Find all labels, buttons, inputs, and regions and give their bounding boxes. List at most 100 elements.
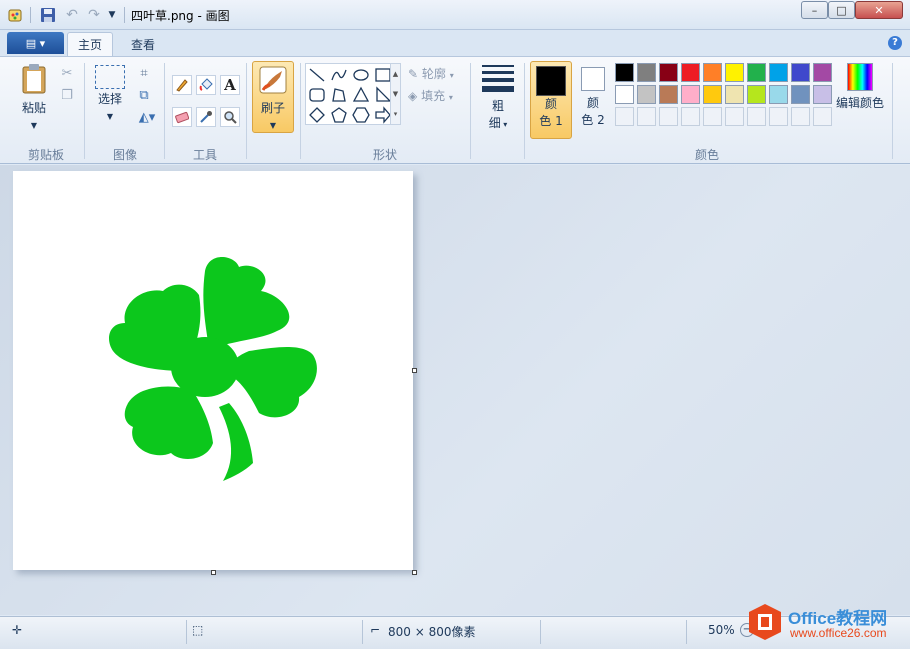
line-width-icon — [482, 65, 514, 92]
color-picker-icon[interactable] — [196, 107, 216, 127]
palette-swatch[interactable] — [813, 85, 832, 104]
tab-home[interactable]: 主页 — [67, 32, 113, 56]
brush-button[interactable]: 刷子 ▼ — [252, 61, 294, 133]
hexagon-shape-icon[interactable] — [352, 106, 370, 124]
shapes-gallery[interactable] — [305, 63, 401, 125]
outline-button[interactable]: ✎ 轮廓 ▾ — [408, 65, 454, 82]
group-separator — [300, 63, 301, 159]
selection-size-icon: ⬚ — [192, 623, 204, 637]
palette-swatch[interactable] — [659, 63, 678, 82]
palette-swatch[interactable] — [813, 63, 832, 82]
palette-swatch[interactable] — [659, 85, 678, 104]
custom-color-slot[interactable] — [813, 107, 832, 126]
curve-shape-icon[interactable] — [330, 66, 348, 84]
help-icon[interactable]: ? — [888, 36, 902, 50]
drawing-canvas[interactable] — [13, 171, 413, 570]
palette-swatch[interactable] — [747, 85, 766, 104]
polygon-shape-icon[interactable] — [330, 86, 348, 104]
cut-icon[interactable]: ✂ — [57, 63, 77, 83]
pentagon-shape-icon[interactable] — [330, 106, 348, 124]
palette-swatch[interactable] — [615, 85, 634, 104]
crop-icon[interactable]: ⌗ — [134, 63, 154, 83]
fill-bucket-icon[interactable] — [196, 75, 216, 95]
ribbon-tab-bar: ▤ ▾ 主页 查看 ? — [0, 30, 910, 56]
status-separator — [540, 620, 541, 644]
fill-button[interactable]: ◈ 填充 ▾ — [408, 87, 453, 104]
fill-chevron-icon: ▾ — [448, 93, 453, 102]
zoom-level: 50% — [708, 623, 735, 637]
color2-swatch — [581, 67, 605, 91]
color2-label-line2: 色 2 — [581, 113, 605, 127]
pencil-icon[interactable] — [172, 75, 192, 95]
copy-icon[interactable]: ❐ — [57, 85, 77, 105]
menu-icon: ▤ ▾ — [25, 36, 46, 50]
resize-handle-right[interactable] — [412, 368, 417, 373]
palette-swatch[interactable] — [725, 85, 744, 104]
watermark: Office教程网 www.office26.com — [746, 602, 910, 646]
size-button[interactable]: 粗 细 ▾ — [478, 63, 518, 133]
canvas-size-icon: ⌐ — [370, 623, 381, 637]
undo-icon[interactable]: ↶ — [62, 6, 82, 24]
line-shape-icon[interactable] — [308, 66, 326, 84]
app-menu-button[interactable]: ▤ ▾ — [7, 32, 64, 54]
color2-button[interactable]: 颜 色 2 — [575, 63, 611, 129]
oval-shape-icon[interactable] — [352, 66, 370, 84]
group-separator — [246, 63, 247, 159]
resize-handle-bottom[interactable] — [211, 570, 216, 575]
palette-swatch[interactable] — [681, 63, 700, 82]
tab-view[interactable]: 查看 — [122, 32, 164, 56]
image-group-label: 图像 — [112, 148, 137, 162]
palette-swatch[interactable] — [703, 85, 722, 104]
edit-colors-button[interactable]: 编辑颜色 — [834, 63, 886, 112]
palette-swatch[interactable] — [769, 63, 788, 82]
customize-qa-chevron-icon[interactable]: ▼ — [106, 6, 118, 24]
palette-swatch[interactable] — [637, 85, 656, 104]
magnifier-icon[interactable] — [220, 107, 240, 127]
palette-swatch[interactable] — [791, 85, 810, 104]
palette-swatch[interactable] — [637, 63, 656, 82]
title-divider — [124, 7, 125, 23]
colors-group-label: 颜色 — [694, 148, 719, 162]
custom-color-slot[interactable] — [681, 107, 700, 126]
text-tool-icon[interactable]: A — [220, 75, 240, 95]
custom-color-slot[interactable] — [769, 107, 788, 126]
rotate-icon[interactable]: ◭▾ — [134, 107, 160, 127]
custom-color-slot[interactable] — [703, 107, 722, 126]
select-button[interactable]: 选择 ▼ — [92, 65, 128, 125]
palette-swatch[interactable] — [703, 63, 722, 82]
status-separator — [362, 620, 363, 644]
status-separator — [186, 620, 187, 644]
custom-color-slot[interactable] — [725, 107, 744, 126]
palette-swatch[interactable] — [681, 85, 700, 104]
color1-label-line2: 色 1 — [539, 114, 563, 128]
palette-swatch[interactable] — [791, 63, 810, 82]
eraser-icon[interactable] — [172, 107, 192, 127]
palette-swatch[interactable] — [725, 63, 744, 82]
save-icon[interactable] — [38, 6, 58, 24]
diamond-shape-icon[interactable] — [308, 106, 326, 124]
redo-icon[interactable]: ↷ — [84, 6, 104, 24]
rounded-rect-shape-icon[interactable] — [308, 86, 326, 104]
resize-handle-corner[interactable] — [412, 570, 417, 575]
palette-swatch[interactable] — [769, 85, 788, 104]
custom-color-slot[interactable] — [747, 107, 766, 126]
color1-button[interactable]: 颜 色 1 — [530, 61, 572, 139]
custom-color-slot[interactable] — [659, 107, 678, 126]
palette-swatch[interactable] — [615, 63, 634, 82]
maximize-button[interactable]: □ — [828, 1, 855, 19]
qa-divider — [30, 7, 31, 23]
palette-swatch[interactable] — [747, 63, 766, 82]
size-chevron-icon: ▾ — [500, 120, 508, 129]
triangle-shape-icon[interactable] — [352, 86, 370, 104]
custom-color-slot[interactable] — [791, 107, 810, 126]
size-label-line2: 细 — [488, 116, 501, 130]
minimize-button[interactable]: – — [801, 1, 828, 19]
resize-icon[interactable]: ⧉ — [134, 85, 154, 105]
title-bar: ↶ ↷ ▼ 四叶草.png - 画图 – □ ✕ — [0, 0, 910, 30]
paint-app-icon[interactable] — [6, 6, 26, 24]
shapes-scroll-icon[interactable]: ▲ ▼ ▾ — [390, 63, 401, 125]
custom-color-slot[interactable] — [637, 107, 656, 126]
close-button[interactable]: ✕ — [855, 1, 903, 19]
custom-color-slot[interactable] — [615, 107, 634, 126]
paste-button[interactable]: 粘贴 ▼ — [16, 63, 52, 134]
